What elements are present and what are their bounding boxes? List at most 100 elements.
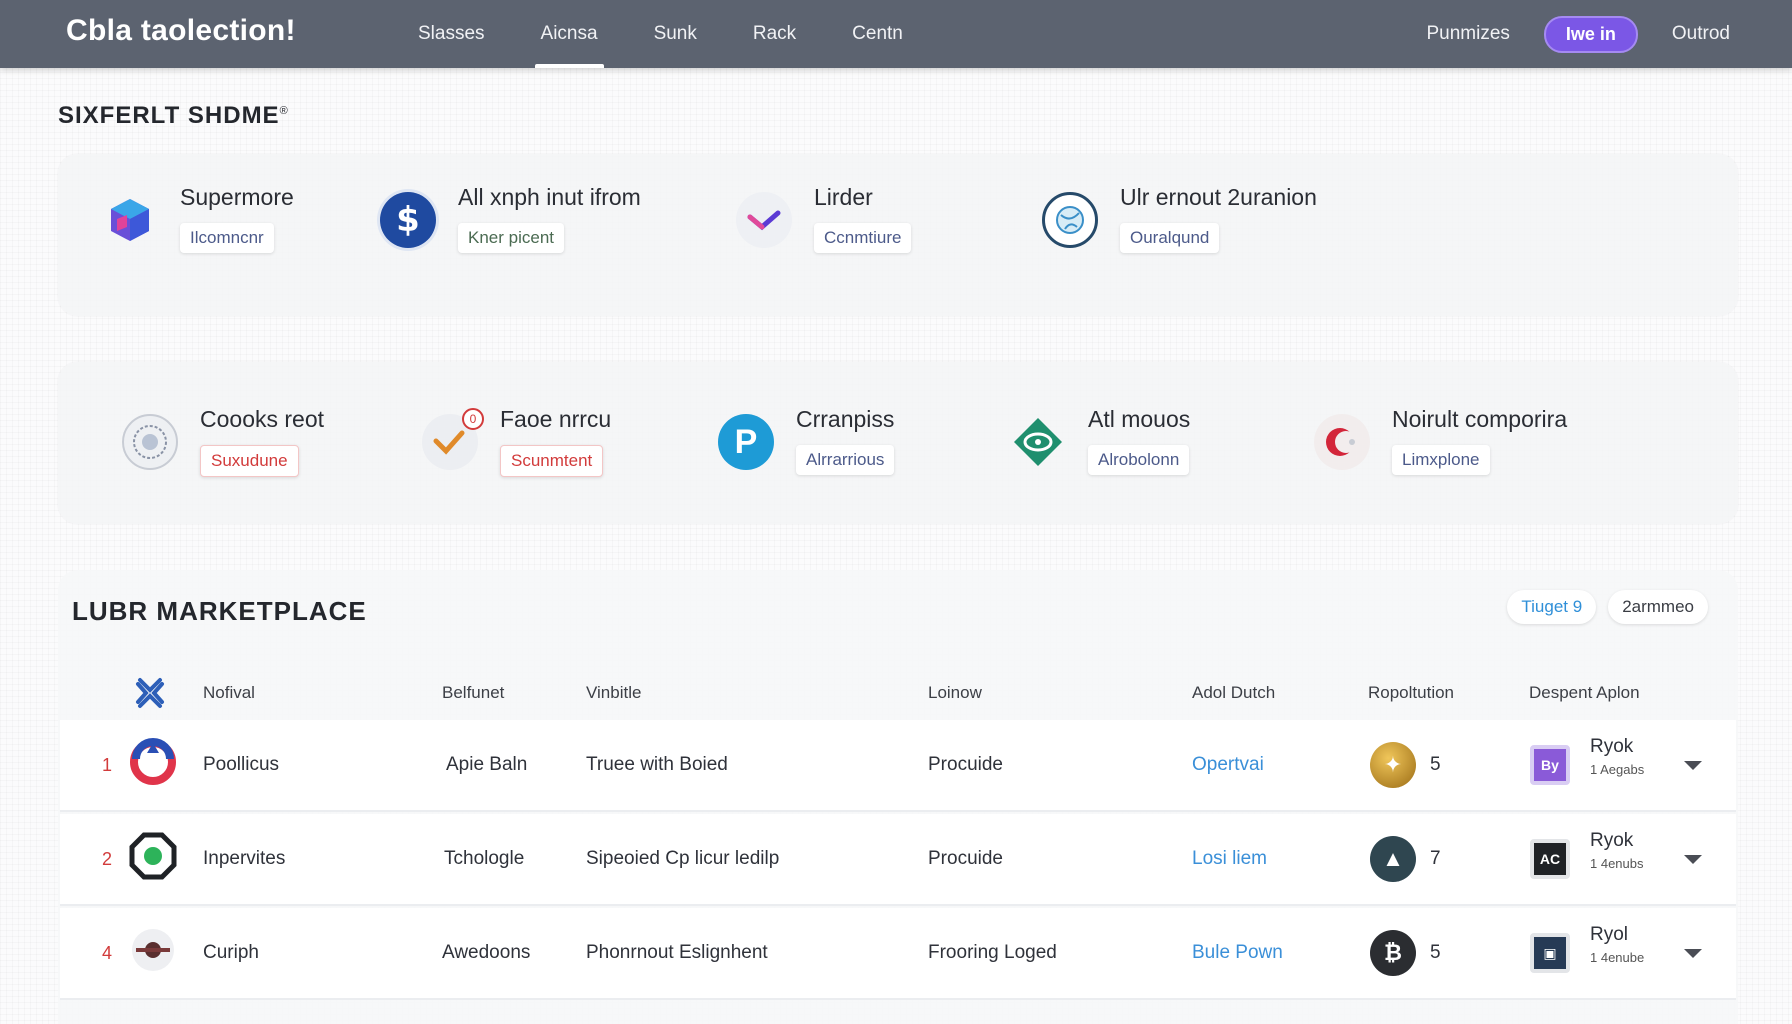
row-variant: Phonrnout Eslignhent <box>586 942 768 963</box>
reputation-badge-icon: ✦ <box>1370 742 1416 788</box>
developer-logo-icon: By <box>1530 745 1570 785</box>
feature-card-crranpiss[interactable]: P Crranpiss Alrrarrious <box>718 406 894 475</box>
col-header-license[interactable]: Loinow <box>928 683 982 703</box>
feature-tag[interactable]: Alrrarrious <box>796 445 895 475</box>
feature-card-ulr-ernout[interactable]: Ulr ernout 2uranion Ouralqund <box>1042 184 1317 253</box>
trademark-mark: ® <box>279 105 289 117</box>
nav-tab-rack[interactable]: Rack <box>725 0 824 68</box>
row-action-link[interactable]: Losi liem <box>1192 848 1267 870</box>
col-header-category[interactable]: Belfunet <box>442 683 504 703</box>
feature-card-lirder[interactable]: Lirder Ccnmtiure <box>736 184 912 253</box>
feature-tag[interactable]: Ilcomncnr <box>180 223 274 253</box>
feature-tag[interactable]: Ccnmtiure <box>814 223 912 253</box>
col-header-name[interactable]: Nofival <box>203 683 255 703</box>
table-row[interactable]: 4 Curiph Awedoons Phonrnout Eslignhent F… <box>60 908 1736 1000</box>
feature-card-atl-mouos[interactable]: Atl mouos Alrobolonn <box>1010 406 1190 475</box>
cube-icon <box>102 192 158 248</box>
row-license: Frooring Loged <box>928 942 1057 963</box>
table-row[interactable]: 2 Inpervites Tchologle Sipeoied Cp licur… <box>60 814 1736 906</box>
feature-name: Crranpiss <box>796 406 895 432</box>
feature-card-noirult[interactable]: Noirult comporira Limxplone <box>1314 406 1567 475</box>
row-name[interactable]: Poollicus <box>203 754 279 776</box>
outrod-link[interactable]: Outrod <box>1672 23 1730 45</box>
col-header-reputation[interactable]: Ropoltution <box>1368 683 1454 703</box>
developer-info[interactable]: Ryol 1 4enube <box>1590 924 1644 965</box>
developer-logo-icon: ▣ <box>1530 933 1570 973</box>
featured-row-1: Supermore Ilcomncnr $ All xnph inut ifro… <box>58 154 1738 316</box>
row-category: Apie Baln <box>446 754 528 775</box>
row-license: Procuide <box>928 848 1003 869</box>
feature-tag[interactable]: Ouralqund <box>1120 223 1220 253</box>
nav-tab-sunk[interactable]: Sunk <box>626 0 725 68</box>
nav-tab-centn[interactable]: Centn <box>824 0 931 68</box>
feature-card-faoe-nrrcu[interactable]: 0 Faoe nrrcu Scunmtent <box>422 406 611 477</box>
feature-card-all-xnph[interactable]: $ All xnph inut ifrom Kner picent <box>380 184 641 253</box>
row-name[interactable]: Inpervites <box>203 848 285 870</box>
row-variant: Sipeoied Cp licur ledilp <box>586 848 780 869</box>
nav-tab-aicnsa[interactable]: Aicnsa <box>513 0 626 68</box>
chevron-down-icon[interactable] <box>1684 854 1702 864</box>
octagon-icon <box>128 831 178 887</box>
top-navigation-bar: Cbla taolection! Slasses Aicnsa Sunk Rac… <box>0 0 1792 68</box>
marketplace-actions: Tiuget 9 2armmeo <box>1507 590 1708 624</box>
globe-icon <box>1042 192 1098 248</box>
login-button[interactable]: Iwe in <box>1543 15 1638 53</box>
row-reputation: 7 <box>1430 848 1441 869</box>
table-header: Nofival Belfunet Vinbitle Loinow Adol Du… <box>58 666 1738 720</box>
featured-row-2: Coooks reot Suxudune 0 Faoe nrrcu Scunmt… <box>58 362 1738 524</box>
p-letter-icon: P <box>718 414 774 470</box>
nav-right-actions: Punmizes Iwe in Outrod <box>1426 0 1730 68</box>
row-rank: 2 <box>102 848 113 869</box>
row-category: Tchologle <box>444 848 525 869</box>
sort-icon[interactable] <box>134 676 166 715</box>
feature-tag[interactable]: Scunmtent <box>500 445 604 477</box>
feature-name: Faoe nrrcu <box>500 406 612 432</box>
developer-info[interactable]: Ryok 1 Aegabs <box>1590 736 1644 777</box>
ring-icon <box>128 737 178 793</box>
feature-name: Lirder <box>814 184 873 210</box>
check-notification-icon: 0 <box>422 408 484 470</box>
feature-card-coooks-reot[interactable]: Coooks reot Suxudune <box>122 406 324 477</box>
row-action-link[interactable]: Bule Pown <box>1192 942 1283 964</box>
chevron-down-icon[interactable] <box>1684 760 1702 770</box>
feature-name: Ulr ernout 2uranion <box>1120 184 1317 210</box>
row-reputation: 5 <box>1430 754 1441 775</box>
col-header-action[interactable]: Adol Dutch <box>1192 683 1275 703</box>
feature-name: Coooks reot <box>200 406 325 432</box>
row-rank: 1 <box>102 754 113 775</box>
feature-name: Noirult comporira <box>1392 406 1568 432</box>
row-rank: 4 <box>102 942 113 963</box>
featured-section-title: SIXFERLT SHDME® <box>58 102 289 129</box>
row-name[interactable]: Curiph <box>203 942 259 964</box>
row-action-link[interactable]: Opertvai <box>1192 754 1264 776</box>
punmizes-link[interactable]: Punmizes <box>1426 23 1509 45</box>
chevron-down-icon[interactable] <box>1684 948 1702 958</box>
developer-logo-icon: AC <box>1530 839 1570 879</box>
main-nav: Slasses Aicnsa Sunk Rack Centn <box>390 0 931 68</box>
feature-card-supermore[interactable]: Supermore Ilcomncnr <box>102 184 294 253</box>
nav-tab-slasses[interactable]: Slasses <box>390 0 513 68</box>
row-reputation: 5 <box>1430 942 1441 963</box>
marketplace-title: LUBR MARKETPLACE <box>72 596 367 626</box>
dollar-icon: $ <box>380 192 436 248</box>
feature-tag[interactable]: Kner picent <box>458 223 564 253</box>
feature-tag[interactable]: Alrobolonn <box>1088 445 1190 475</box>
feature-name: Supermore <box>180 184 294 210</box>
feature-tag[interactable]: Suxudune <box>200 445 299 477</box>
row-variant: Truee with Boied <box>586 754 728 775</box>
checkmark-icon <box>736 192 792 248</box>
col-header-developer[interactable]: Despent Aplon <box>1529 683 1640 703</box>
developer-info[interactable]: Ryok 1 4enubs <box>1590 830 1644 871</box>
diamond-eye-icon <box>1010 414 1066 470</box>
row-license: Procuide <box>928 754 1003 775</box>
reputation-badge-icon: ▲ <box>1370 836 1416 882</box>
tiuget-chip[interactable]: Tiuget 9 <box>1507 590 1597 624</box>
brand-title[interactable]: Cbla taolection! <box>66 14 296 48</box>
seal-icon <box>122 414 178 470</box>
disc-icon <box>128 925 178 981</box>
marketplace-panel: LUBR MARKETPLACE Tiuget 9 2armmeo Nofiva… <box>58 570 1738 1024</box>
col-header-variant[interactable]: Vinbitle <box>586 683 641 703</box>
armmeo-chip[interactable]: 2armmeo <box>1608 590 1708 624</box>
feature-tag[interactable]: Limxplone <box>1392 445 1490 475</box>
table-row[interactable]: 1 Poollicus Apie Baln Truee with Boied P… <box>60 720 1736 812</box>
